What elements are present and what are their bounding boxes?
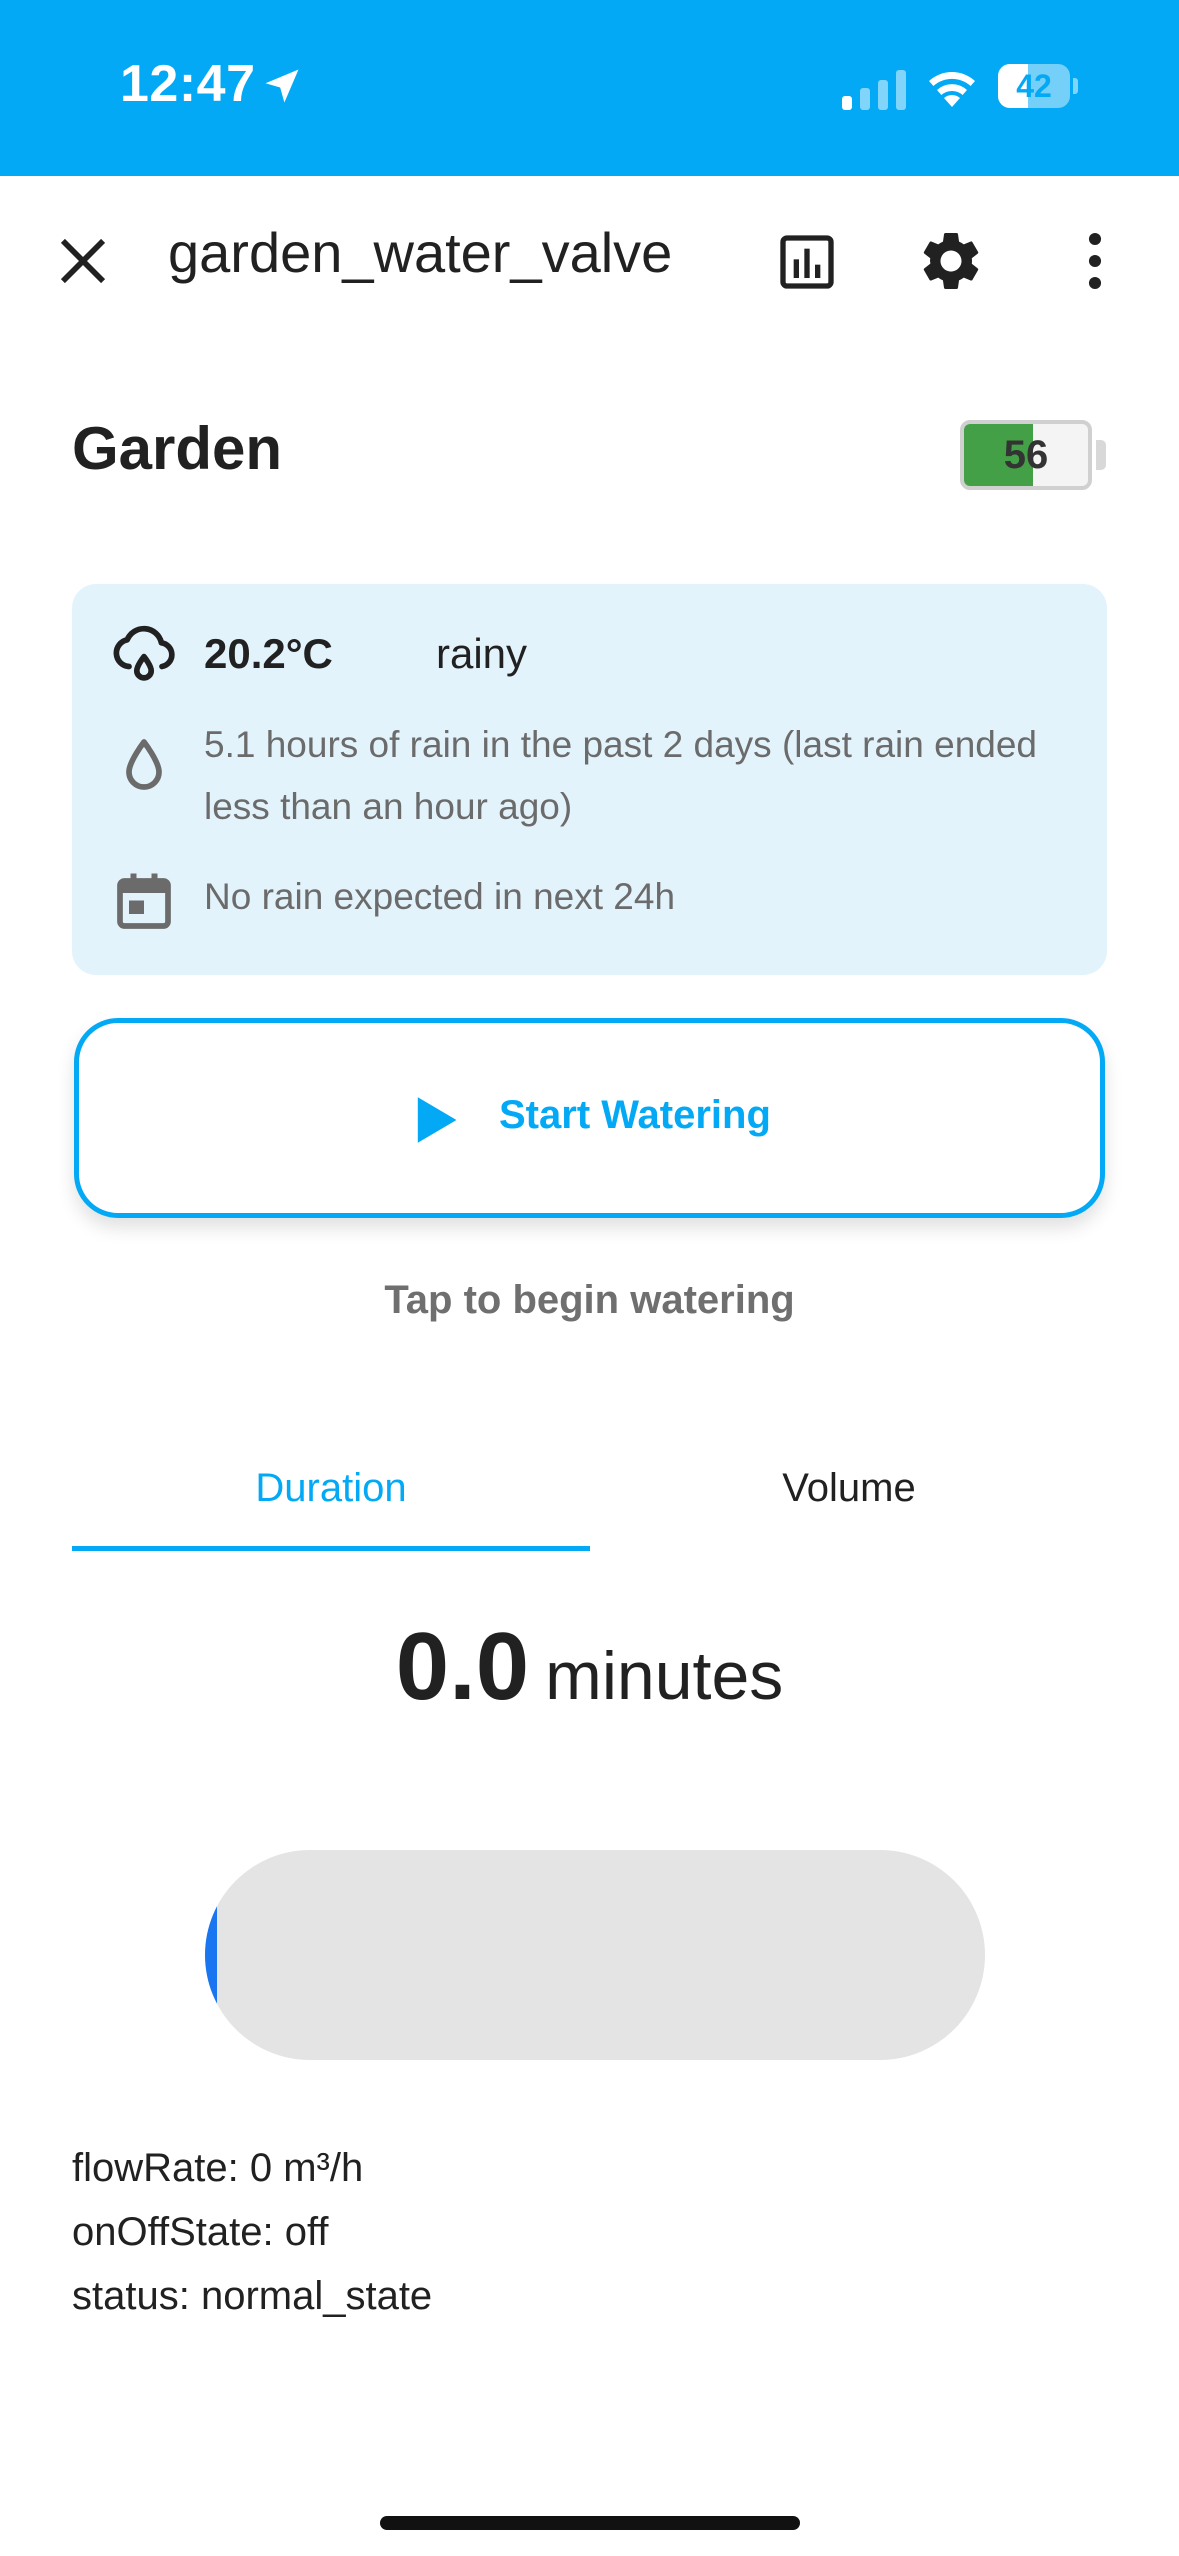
device-name: Garden — [72, 415, 283, 482]
play-icon — [417, 1097, 457, 1143]
calendar-icon — [117, 873, 171, 929]
duration-unit: minutes — [545, 1638, 784, 1714]
device-battery-level: 56 — [1003, 433, 1049, 477]
status-time: 12:47 — [120, 55, 256, 113]
start-hint: Tap to begin watering — [384, 1278, 795, 1322]
attribute-flow-rate: flowRate: 0 m³/h — [72, 2146, 364, 2190]
start-watering-button[interactable]: Start Watering — [74, 1018, 1105, 1218]
more-vertical-icon[interactable] — [1070, 228, 1120, 294]
location-arrow-icon — [265, 69, 299, 103]
wifi-icon — [929, 72, 975, 107]
tab-duration[interactable]: Duration — [72, 1450, 590, 1554]
tab-volume[interactable]: Volume — [590, 1450, 1108, 1554]
status-bar: 12:47 42 — [0, 0, 1179, 176]
battery-icon: 42 — [998, 64, 1078, 108]
weather-temperature: 20.2°C — [204, 630, 333, 677]
app-header: garden_water_valve — [0, 176, 1179, 344]
cellular-signal-icon — [842, 70, 906, 110]
device-battery-nub — [1096, 440, 1106, 470]
history-chart-icon[interactable] — [775, 230, 839, 294]
duration-value: 0.0 — [395, 1613, 530, 1720]
weather-condition: rainy — [436, 630, 528, 677]
cloud-rain-icon — [113, 625, 175, 681]
settings-gear-icon[interactable] — [916, 226, 986, 296]
duration-slider[interactable] — [205, 1850, 985, 2060]
entity-title: garden_water_valve — [168, 221, 673, 284]
rain-history-text: 5.1 hours of rain in the past 2 days (la… — [204, 724, 1038, 827]
slider-handle[interactable] — [205, 1850, 217, 2060]
attributes-list: flowRate: 0 m³/h onOffState: off status:… — [72, 2136, 432, 2328]
device-battery-indicator: 56 — [960, 420, 1110, 490]
battery-level: 42 — [1016, 68, 1052, 104]
attribute-on-off-state: onOffState: off — [72, 2210, 329, 2254]
weather-card: 20.2°C rainy 5.1 hours of rain in the pa… — [72, 584, 1107, 975]
rain-forecast-text: No rain expected in next 24h — [204, 876, 676, 917]
battery-nub — [1073, 78, 1078, 94]
close-icon[interactable] — [52, 230, 114, 292]
active-tab-indicator — [72, 1546, 590, 1551]
duration-value-display: 0.0 minutes — [0, 1612, 1179, 1722]
home-indicator — [380, 2516, 800, 2530]
mode-tabs: Duration Volume — [72, 1450, 1107, 1554]
attribute-status: status: normal_state — [72, 2274, 433, 2318]
start-watering-label: Start Watering — [499, 1093, 771, 1137]
water-drop-icon — [126, 739, 162, 790]
